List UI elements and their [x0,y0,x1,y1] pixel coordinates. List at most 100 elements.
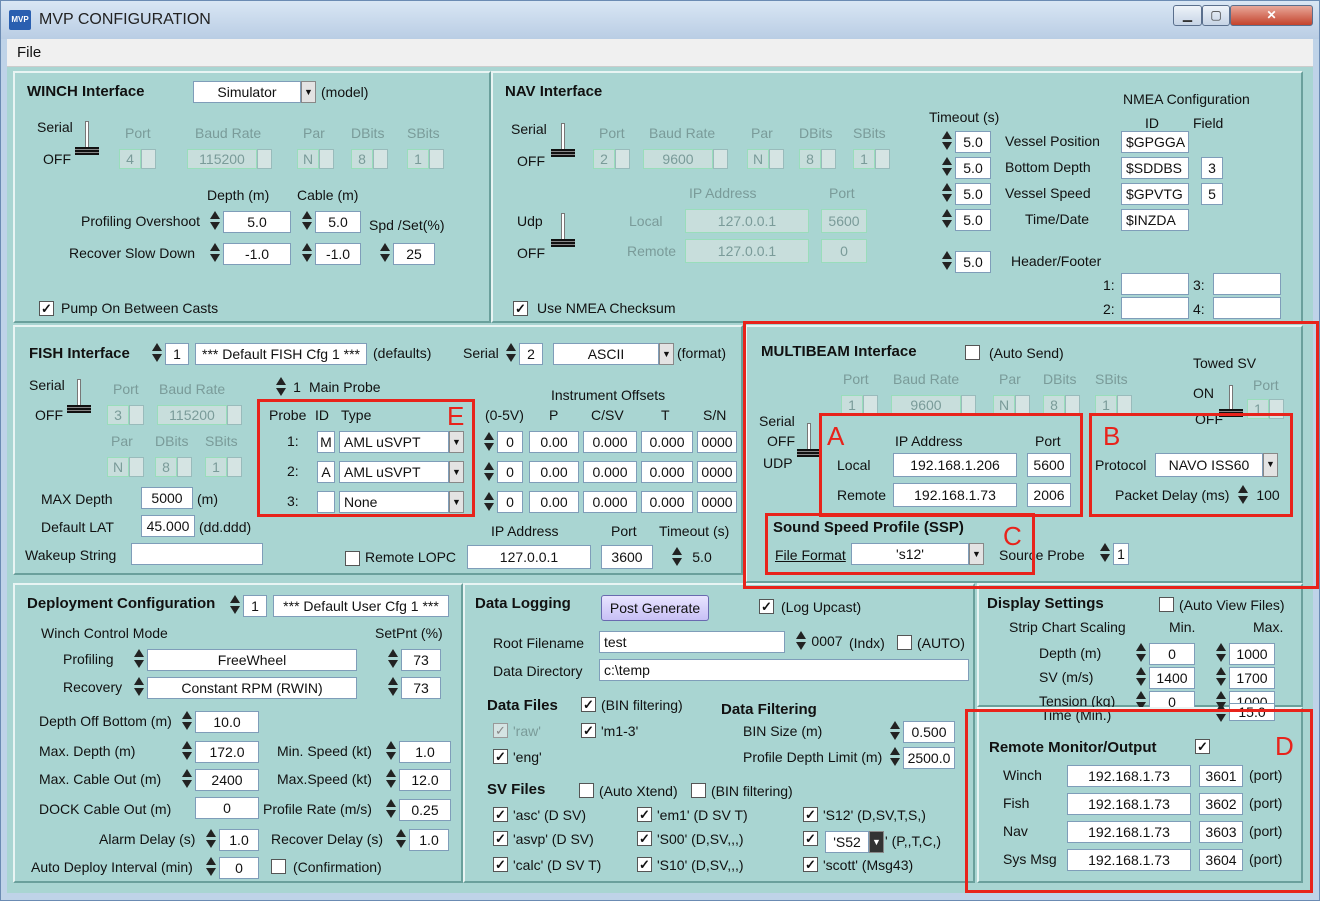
display-min-input[interactable]: 1400 [1149,667,1195,689]
spinner-icon[interactable] [181,739,192,763]
spinner-icon[interactable] [385,797,396,821]
sv-file-checkbox[interactable]: ✓ [493,857,508,872]
hf3-input[interactable] [1213,273,1281,295]
sv-file-checkbox[interactable]: ✓ [493,807,508,822]
probe-t-input[interactable]: 0.000 [641,431,693,453]
fish-serial-num[interactable]: 2 [519,343,543,365]
chevron-down-icon[interactable]: ▼ [869,831,884,853]
spinner-icon[interactable] [395,827,406,851]
display-max-input[interactable]: 1000 [1229,643,1275,665]
profile-depth-limit-input[interactable]: 2500.0 [903,747,955,769]
chevron-down-icon[interactable]: ▼ [301,81,316,103]
spinner-icon[interactable] [387,647,398,671]
lopc-timeout-input[interactable]: 5.0 [685,547,719,569]
overshoot-cable-input[interactable]: 5.0 [315,211,361,233]
upcast-checkbox[interactable]: ✓ [759,599,774,614]
hf4-input[interactable] [1213,297,1281,319]
spinner-icon[interactable] [941,249,952,273]
profiling-input[interactable]: FreeWheel [147,649,357,671]
alarm-delay-input[interactable]: 1.0 [219,829,259,851]
nmea-id-input[interactable]: $GPVTG [1121,183,1189,205]
nmea-id-input[interactable]: $GPGGA [1121,131,1189,153]
spinner-icon[interactable] [941,181,952,205]
nav-udp-toggle[interactable] [551,213,575,249]
display-max-input[interactable]: 1700 [1229,667,1275,689]
post-generate-button[interactable]: Post Generate [601,595,709,621]
data-dir-input[interactable]: c:\temp [599,659,969,681]
checksum-checkbox[interactable]: ✓ [513,301,528,316]
auto-deploy-input[interactable]: 0 [219,857,259,879]
main-probe-num[interactable]: 1 [289,377,305,399]
lopc-ip-input[interactable]: 127.0.0.1 [467,545,591,569]
spinner-icon[interactable] [151,341,162,365]
recovery-input[interactable]: Constant RPM (RWIN) [147,677,357,699]
spinner-icon[interactable] [1135,641,1146,665]
auto-index-checkbox[interactable] [897,635,912,650]
spinner-icon[interactable] [133,675,144,699]
spinner-icon[interactable] [889,719,900,743]
fish-format-select[interactable]: ASCII [553,343,659,365]
auto-xtend-checkbox[interactable] [579,783,594,798]
hf-timeout-input[interactable]: 5.0 [955,251,991,273]
spinner-icon[interactable] [483,490,494,514]
probe-sn-input[interactable]: 0000 [697,461,737,483]
nmea-timeout-input[interactable]: 5.0 [955,183,991,205]
spinner-icon[interactable] [671,545,682,569]
hf2-input[interactable] [1121,297,1189,319]
probe-t-input[interactable]: 0.000 [641,461,693,483]
slow-cable-input[interactable]: -1.0 [315,243,361,265]
probe-t-input[interactable]: 0.000 [641,491,693,513]
profiling-setpnt[interactable]: 73 [401,649,441,671]
probe-p-input[interactable]: 0.00 [529,491,579,513]
probe-csv-input[interactable]: 0.000 [583,431,637,453]
probe-p-input[interactable]: 0.00 [529,431,579,453]
max-speed-input[interactable]: 12.0 [399,769,451,791]
probe-p-input[interactable]: 0.00 [529,461,579,483]
bin-size-input[interactable]: 0.500 [903,721,955,743]
spinner-icon[interactable] [385,767,396,791]
spinner-icon[interactable] [941,207,952,231]
nav-serial-toggle[interactable] [551,123,575,159]
overshoot-depth-input[interactable]: 5.0 [223,211,291,233]
menu-file[interactable]: File [17,44,41,61]
chevron-down-icon[interactable]: ▼ [659,343,674,365]
max-cable-input[interactable]: 2400 [195,769,259,791]
eng-checkbox[interactable]: ✓ [493,749,508,764]
display-min-input[interactable]: 0 [1149,643,1195,665]
spinner-icon[interactable] [941,155,952,179]
bin-filter-checkbox[interactable]: ✓ [581,697,596,712]
spinner-icon[interactable] [387,675,398,699]
spinner-icon[interactable] [301,241,312,265]
deploy-num[interactable]: 1 [243,595,267,617]
indx-input[interactable]: 0007 [807,631,847,653]
sv-file-checkbox[interactable]: ✓ [493,831,508,846]
fish-cfg-input[interactable]: *** Default FISH Cfg 1 *** [195,343,367,365]
spinner-icon[interactable] [209,209,220,233]
pump-checkbox[interactable]: ✓ [39,301,54,316]
lopc-port-input[interactable]: 3600 [601,545,653,569]
sv-file-checkbox[interactable]: ✓ [803,831,818,846]
probe-csv-input[interactable]: 0.000 [583,491,637,513]
spinner-icon[interactable] [941,129,952,153]
winch-serial-toggle[interactable] [75,121,99,157]
spinner-icon[interactable] [1215,665,1226,689]
recovery-setpnt[interactable]: 73 [401,677,441,699]
nmea-field-input[interactable]: 5 [1201,183,1223,205]
minimize-icon[interactable]: ▁ [1173,5,1202,26]
spd-input[interactable]: 25 [393,243,435,265]
spinner-icon[interactable] [379,241,390,265]
probe-csv-input[interactable]: 0.000 [583,461,637,483]
deploy-cfg-input[interactable]: *** Default User Cfg 1 *** [273,595,449,617]
spinner-icon[interactable] [229,593,240,617]
min-speed-input[interactable]: 1.0 [399,741,451,763]
spinner-icon[interactable] [275,375,286,399]
auto-view-checkbox[interactable] [1159,597,1174,612]
spinner-icon[interactable] [483,460,494,484]
hf1-input[interactable] [1121,273,1189,295]
sv-file-checkbox[interactable]: ✓ [637,831,652,846]
nmea-field-input[interactable]: 3 [1201,157,1223,179]
nmea-timeout-input[interactable]: 5.0 [955,157,991,179]
dock-input[interactable]: 0 [195,797,259,819]
spinner-icon[interactable] [1215,641,1226,665]
probe-sn-input[interactable]: 0000 [697,491,737,513]
